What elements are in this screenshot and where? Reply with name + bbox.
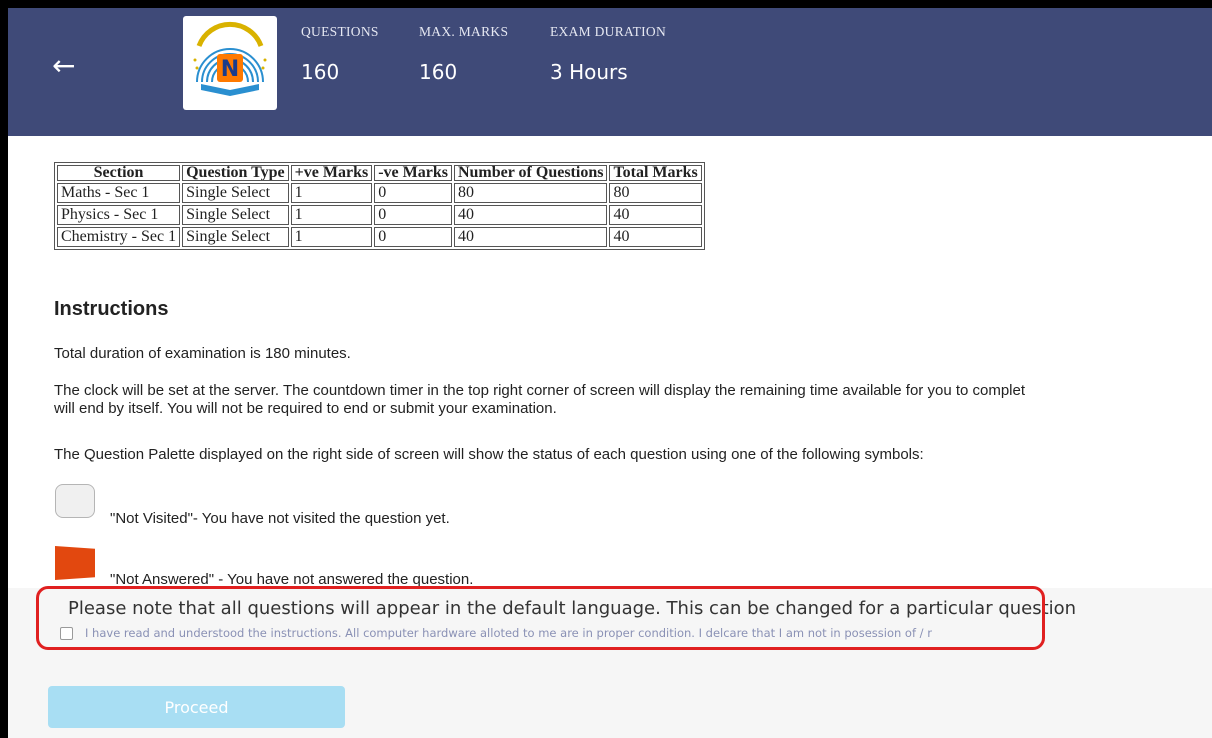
notice-panel: Please note that all questions will appe… [8, 586, 1212, 738]
table-cell: 40 [453, 227, 608, 247]
questions-value: 160 [301, 60, 340, 84]
arrow-left-icon[interactable]: ← [52, 48, 88, 84]
table-row: Chemistry - Sec 1 Single Select 1 0 40 4… [57, 227, 702, 247]
instructions-content: Section Question Type +ve Marks -ve Mark… [8, 136, 1212, 738]
questions-label: QUESTIONS [301, 24, 379, 39]
table-cell: 40 [453, 205, 608, 225]
table-cell: Single Select [182, 227, 289, 247]
table-header-cell: Section [57, 165, 181, 181]
table-cell: Physics - Sec 1 [57, 205, 181, 225]
exam-header: ← N QUESTIONS 160 MAX. MARKS 160 EXAM DU… [8, 8, 1212, 136]
highlight-annotation [36, 586, 1045, 650]
max-marks-label: MAX. MARKS [419, 24, 509, 39]
table-cell: 40 [609, 205, 702, 225]
duration-value: 3 Hours [550, 60, 628, 84]
instruction-clock-line1: The clock will be set at the server. The… [54, 382, 1026, 399]
table-cell: Single Select [182, 183, 289, 203]
sections-table: Section Question Type +ve Marks -ve Mark… [54, 162, 705, 250]
not-visited-text: "Not Visited"- You have not visited the … [110, 510, 450, 527]
max-marks-stat: MAX. MARKS 160 [419, 24, 508, 84]
not-answered-icon [55, 546, 95, 580]
table-cell: 0 [374, 205, 452, 225]
table-cell: Maths - Sec 1 [57, 183, 181, 203]
svg-text:N: N [221, 57, 239, 82]
table-cell: 1 [290, 205, 373, 225]
questions-stat: QUESTIONS 160 [301, 24, 379, 84]
instructions-title: Instructions [54, 298, 169, 320]
table-header-cell: +ve Marks [290, 165, 373, 181]
table-cell: 0 [374, 227, 452, 247]
instruction-palette: The Question Palette displayed on the ri… [54, 446, 924, 463]
duration-stat: EXAM DURATION 3 Hours [550, 24, 666, 84]
instruction-clock-line2: will end by itself. You will not be requ… [54, 400, 557, 417]
table-row: Physics - Sec 1 Single Select 1 0 40 40 [57, 205, 702, 225]
max-marks-value: 160 [419, 60, 458, 84]
navbharat-logo-icon: N [183, 16, 277, 110]
table-cell: Single Select [182, 205, 289, 225]
frame-border-top [0, 0, 1212, 8]
frame-border-left [0, 0, 8, 738]
table-cell: 0 [374, 183, 452, 203]
not-visited-icon [55, 484, 95, 518]
table-header-cell: -ve Marks [374, 165, 452, 181]
table-header-cell: Total Marks [609, 165, 702, 181]
table-cell: 1 [290, 227, 373, 247]
table-header-cell: Question Type [182, 165, 289, 181]
table-cell: 1 [290, 183, 373, 203]
table-header-row: Section Question Type +ve Marks -ve Mark… [57, 165, 702, 181]
table-cell: Chemistry - Sec 1 [57, 227, 181, 247]
table-header-cell: Number of Questions [453, 165, 608, 181]
duration-label: EXAM DURATION [550, 24, 667, 39]
instruction-duration: Total duration of examination is 180 min… [54, 345, 351, 362]
table-cell: 80 [453, 183, 608, 203]
proceed-button[interactable]: Proceed [48, 686, 345, 728]
table-row: Maths - Sec 1 Single Select 1 0 80 80 [57, 183, 702, 203]
table-cell: 40 [609, 227, 702, 247]
table-cell: 80 [609, 183, 702, 203]
